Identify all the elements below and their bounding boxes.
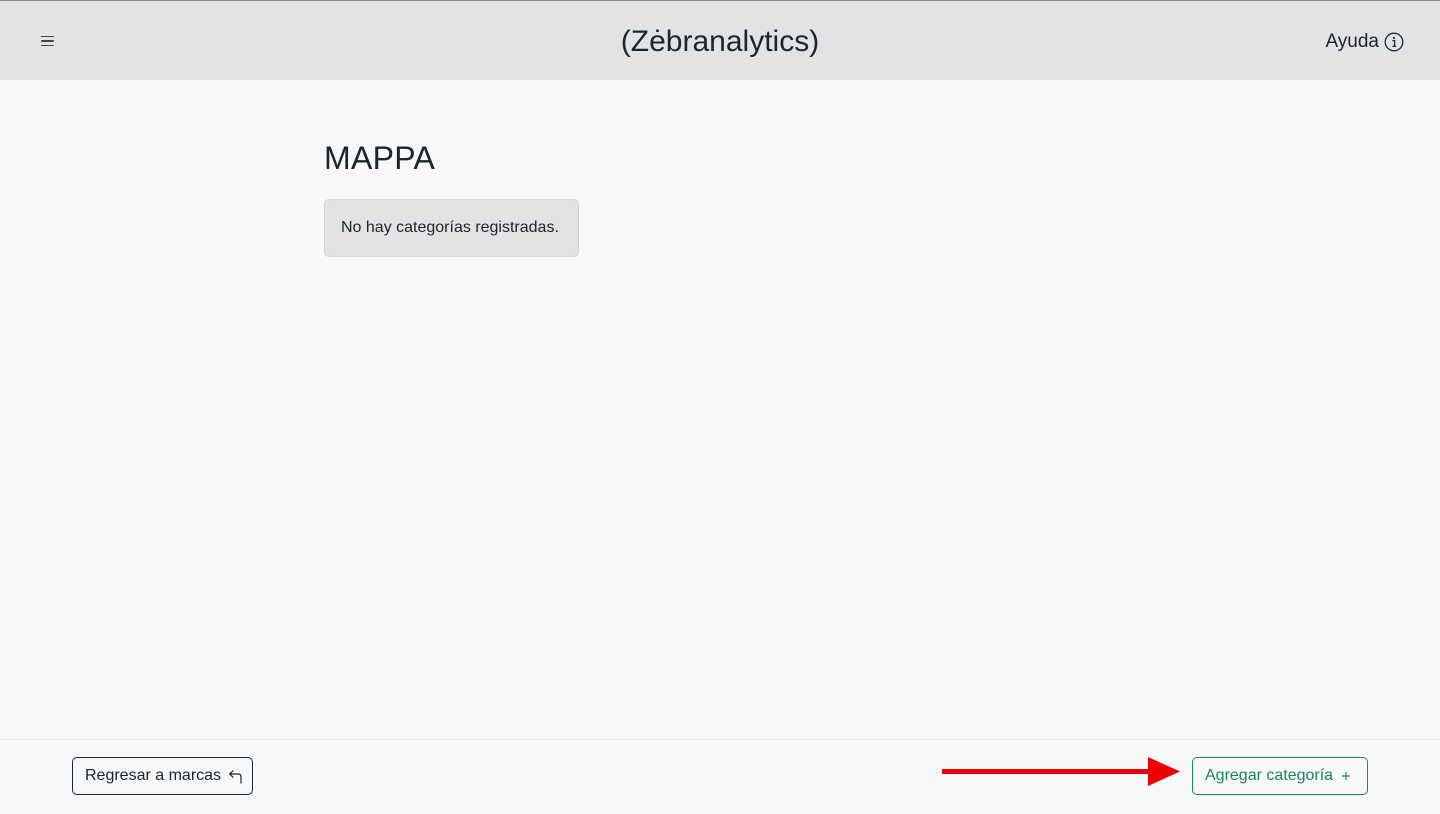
help-link[interactable]: Ayuda bbox=[1325, 29, 1404, 55]
page-title: MAPPA bbox=[324, 140, 436, 176]
back-to-brands-button[interactable]: Regresar a marcas bbox=[72, 757, 253, 795]
brand-title[interactable]: (Zėbranalytics) bbox=[0, 23, 1440, 61]
return-arrow-icon bbox=[229, 770, 242, 784]
top-navbar: (Zėbranalytics) Ayuda bbox=[0, 0, 1440, 80]
help-label: Ayuda bbox=[1325, 31, 1379, 52]
main-content: MAPPA No hay categorías registradas. bbox=[324, 138, 579, 257]
red-arrow-icon bbox=[942, 757, 1180, 786]
info-circle-icon bbox=[1384, 32, 1404, 52]
back-button-label: Regresar a marcas bbox=[85, 767, 222, 784]
plus-icon bbox=[1342, 772, 1351, 780]
add-category-button[interactable]: Agregar categoría bbox=[1192, 757, 1368, 795]
footer-bar: Regresar a marcas Agregar categoría bbox=[0, 739, 1440, 814]
add-button-label: Agregar categoría bbox=[1205, 767, 1334, 784]
empty-state-alert: No hay categorías registradas. bbox=[324, 199, 579, 257]
